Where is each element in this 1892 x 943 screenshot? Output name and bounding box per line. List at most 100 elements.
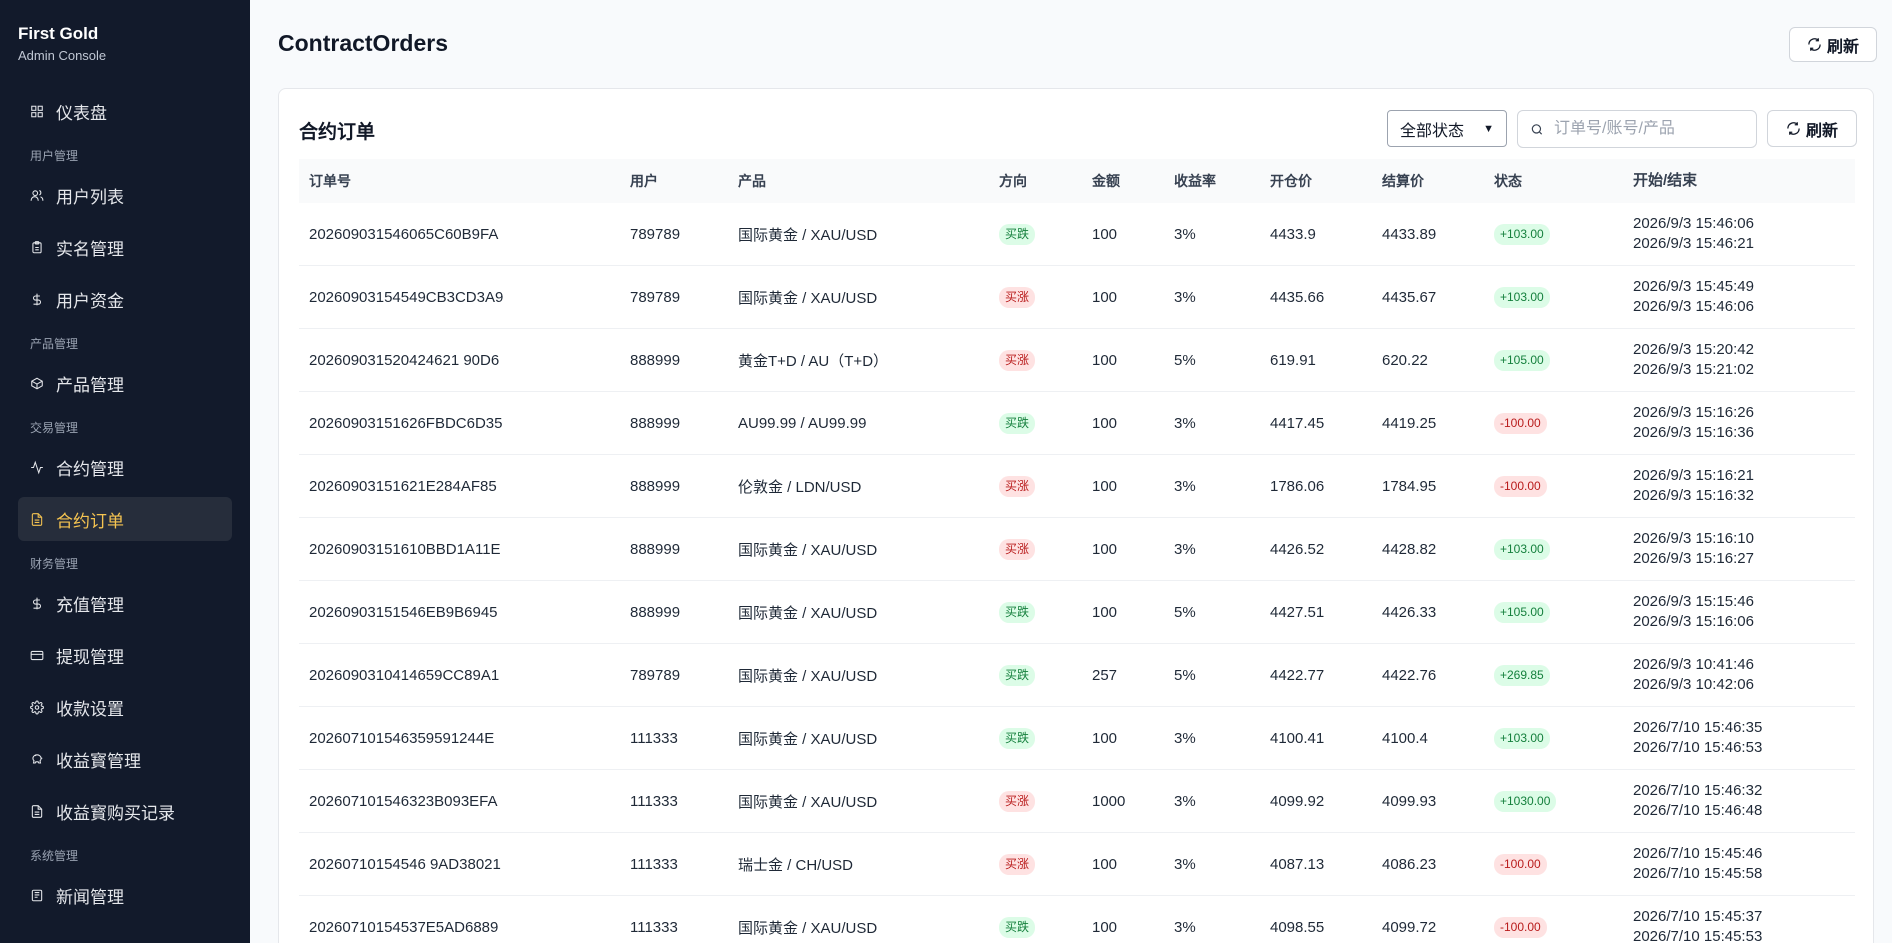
cell-order: 20260903151626FBDC6D35: [309, 414, 503, 432]
cell-settle: 4099.72: [1382, 918, 1437, 936]
table-refresh-button[interactable]: 刷新: [1767, 110, 1857, 147]
sidebar-item-6[interactable]: 产品管理: [18, 361, 232, 405]
cell-order: 20260710154537E5AD6889: [309, 918, 499, 936]
start-time: 2026/9/3 15:16:10: [1633, 530, 1754, 547]
cell-open: 4427.51: [1270, 603, 1325, 621]
cell-direction: 买涨: [989, 286, 1082, 308]
cell-rate: 3%: [1174, 792, 1196, 810]
cell-amount: 100: [1092, 855, 1118, 873]
status-filter-select[interactable]: 全部状态 ▼: [1387, 110, 1507, 147]
cell-order: 202607101546359591244E: [309, 729, 495, 747]
cell-rate: 5%: [1174, 603, 1196, 621]
status-badge: +103.00: [1494, 286, 1550, 308]
table-row[interactable]: 20260903151626FBDC6D35 888999 AU99.99 / AU…: [299, 392, 1855, 455]
sidebar-item-15[interactable]: 收益寳购买记录: [18, 789, 232, 833]
cell-time: 2026/9/3 10:41:46 2026/9/3 10:42:06: [1623, 655, 1855, 695]
header-refresh-button[interactable]: 刷新: [1789, 27, 1877, 62]
table-row[interactable]: 20260903151610BBD1A11E 888999 国际黄金 / XAU/U…: [299, 518, 1855, 581]
cell-direction: 买跌: [989, 223, 1082, 245]
sidebar-item-14[interactable]: 收益寳管理: [18, 737, 232, 781]
table-row[interactable]: 20260903151546EB9B6945 888999 国际黄金 / XAU/U…: [299, 581, 1855, 644]
cell-product: AU99.99 / AU99.99: [738, 414, 867, 432]
cell-time: 2026/9/3 15:20:42 2026/9/3 15:21:02: [1623, 340, 1855, 380]
table-row[interactable]: 20260710154546 9AD38021 111333 瑞士金 / CH/US…: [299, 833, 1855, 896]
refresh-icon: [1808, 38, 1821, 51]
cell-order: 2026090310414659CC89A1: [309, 666, 500, 684]
direction-badge: 买涨: [999, 538, 1036, 560]
cell-status: +103.00: [1484, 727, 1623, 749]
table-row[interactable]: 20260903154549CB3CD3A9 789789 国际黄金 / XAU/U…: [299, 266, 1855, 329]
cell-rate: 3%: [1174, 540, 1196, 558]
table-row[interactable]: 20260710154537E5AD6889 111333 国际黄金 / XAU/U…: [299, 896, 1855, 943]
table-row[interactable]: 202609031546065C60B9FA 789789 国际黄金 / XAU/U…: [299, 203, 1855, 266]
cell-amount: 100: [1092, 225, 1118, 243]
sidebar-item-11[interactable]: 充值管理: [18, 581, 232, 625]
cell-rate: 3%: [1174, 414, 1196, 432]
cell-direction: 买跌: [989, 916, 1082, 938]
nav-group-label: 用户管理: [30, 149, 79, 163]
sidebar-item-4[interactable]: 用户资金: [18, 277, 232, 321]
end-time: 2026/7/10 15:46:48: [1633, 802, 1763, 819]
cell-time: 2026/9/3 15:16:21 2026/9/3 15:16:32: [1623, 466, 1855, 506]
cell-open: 4435.66: [1270, 288, 1325, 306]
sidebar-item-12[interactable]: 提现管理: [18, 633, 232, 677]
cell-direction: 买跌: [989, 664, 1082, 686]
cell-open: 4087.13: [1270, 855, 1325, 873]
cell-order: 202609031546065C60B9FA: [309, 225, 499, 243]
cell-settle: 4426.33: [1382, 603, 1437, 621]
cell-settle: 4100.4: [1382, 729, 1428, 747]
cell-amount: 100: [1092, 414, 1118, 432]
sidebar-item-label: 收益寳管理: [56, 751, 141, 771]
users-icon: [30, 188, 44, 202]
end-time: 2026/9/3 10:42:06: [1633, 676, 1754, 693]
start-time: 2026/7/10 15:45:46: [1633, 845, 1763, 862]
cell-time: 2026/9/3 15:16:26 2026/9/3 15:16:36: [1623, 403, 1855, 443]
cell-direction: 买涨: [989, 853, 1082, 875]
status-badge: -100.00: [1494, 412, 1547, 434]
credit-card-icon: [30, 648, 44, 662]
table-row[interactable]: 202607101546359591244E 111333 国际黄金 / XAU/U…: [299, 707, 1855, 770]
cell-amount: 100: [1092, 918, 1118, 936]
sidebar-nav: 仪表盘 用户管理 用户列表 实名管理 用户资金 产品管理 产品管理 交易管理 合约管理 合约订单财…: [0, 89, 250, 917]
cell-open: 4417.45: [1270, 414, 1325, 432]
table-row[interactable]: 202609031520424621 90D6 888999 黄金T+D / AU（…: [299, 329, 1855, 392]
table-row[interactable]: 20260903151621E284AF85 888999 伦敦金 / LDN/US…: [299, 455, 1855, 518]
sidebar-item-9[interactable]: 合约订单: [18, 497, 232, 541]
cell-direction: 买涨: [989, 349, 1082, 371]
end-time: 2026/7/10 15:45:58: [1633, 865, 1763, 882]
sidebar-item-0[interactable]: 仪表盘: [18, 89, 232, 133]
cell-status: -100.00: [1484, 412, 1623, 434]
sidebar-item-8[interactable]: 合约管理: [18, 445, 232, 489]
nav-group-label: 财务管理: [30, 557, 79, 571]
cell-time: 2026/7/10 15:45:46 2026/7/10 15:45:58: [1623, 844, 1855, 884]
direction-badge: 买涨: [999, 853, 1036, 875]
end-time: 2026/9/3 15:16:06: [1633, 613, 1754, 630]
column-header: 收益率: [1174, 173, 1216, 189]
search-input[interactable]: [1554, 120, 1744, 138]
cell-rate: 3%: [1174, 288, 1196, 306]
cell-rate: 3%: [1174, 477, 1196, 495]
direction-badge: 买涨: [999, 790, 1036, 812]
end-time: 2026/9/3 15:46:06: [1633, 298, 1754, 315]
nav-group-label: 交易管理: [30, 421, 79, 435]
sidebar-item-3[interactable]: 实名管理: [18, 225, 232, 269]
cell-user: 111333: [630, 729, 678, 747]
sidebar-item-17[interactable]: 新闻管理: [18, 873, 232, 917]
table-row[interactable]: 202607101546323B093EFA 111333 国际黄金 / XAU/U…: [299, 770, 1855, 833]
end-time: 2026/9/3 15:21:02: [1633, 361, 1754, 378]
cell-amount: 100: [1092, 729, 1118, 747]
sidebar-item-label: 收益寳购买记录: [56, 803, 175, 823]
cell-settle: 4419.25: [1382, 414, 1437, 432]
cell-open: 4422.77: [1270, 666, 1325, 684]
sidebar-item-2[interactable]: 用户列表: [18, 173, 232, 217]
table-header: 订单号 用户 产品 方向 金额 收益率 开仓价 结算价 状态 开始/结束: [299, 159, 1855, 203]
cell-open: 619.91: [1270, 351, 1316, 369]
cell-open: 1786.06: [1270, 477, 1325, 495]
cell-user: 888999: [630, 414, 681, 432]
table-row[interactable]: 2026090310414659CC89A1 789789 国际黄金 / XAU/U…: [299, 644, 1855, 707]
cell-order: 20260710154546 9AD38021: [309, 855, 501, 873]
status-badge: +103.00: [1494, 727, 1550, 749]
search-box[interactable]: [1517, 110, 1757, 148]
sidebar-item-13[interactable]: 收款设置: [18, 685, 232, 729]
status-badge: +103.00: [1494, 538, 1550, 560]
